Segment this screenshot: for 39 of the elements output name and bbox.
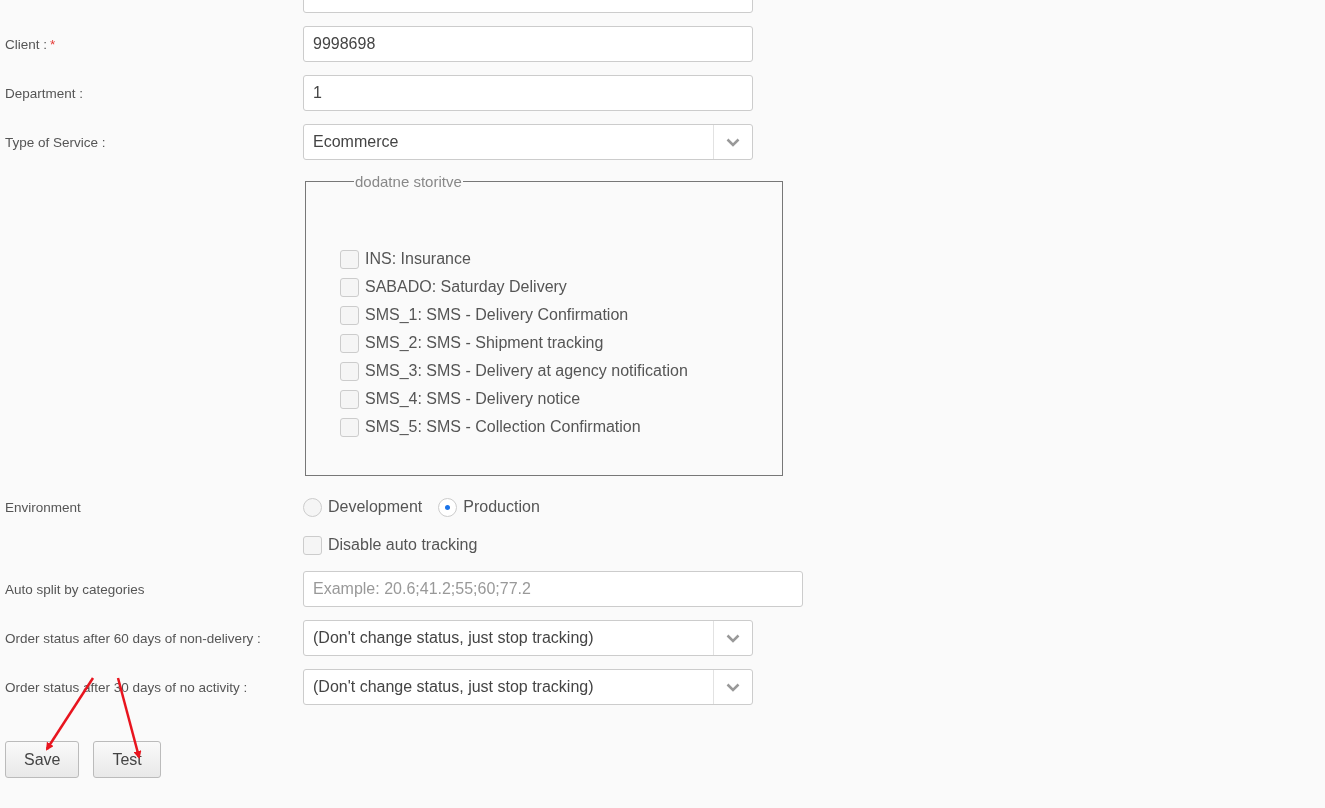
radio-button[interactable] (303, 497, 322, 517)
input-field[interactable]: 9998698 (303, 26, 753, 62)
checkbox-label: SMS_2: SMS - Shipment tracking (365, 334, 604, 352)
dropdown[interactable]: Ecommerce (303, 124, 753, 160)
field-label: Environment (4, 499, 81, 515)
field-label: Type of Service : (4, 134, 106, 150)
checkbox-label: SMS_5: SMS - Collection Confirmation (365, 418, 641, 436)
checkbox-label: INS: Insurance (365, 250, 471, 268)
checkbox-label: SMS_3: SMS - Delivery at agency notification (365, 362, 688, 380)
group-legend: dodatne storitve (354, 173, 463, 190)
checkbox[interactable] (340, 277, 359, 297)
field-label: Auto split by categories (4, 581, 145, 597)
required-mark: * (50, 36, 56, 52)
checkbox[interactable] (340, 389, 359, 409)
form-button[interactable]: Test (93, 741, 161, 778)
field-label: Department : (4, 85, 84, 101)
dropdown[interactable]: (Don't change status, just stop tracking) (303, 620, 753, 656)
chevron-down-icon (726, 633, 740, 643)
checkbox[interactable] (340, 361, 359, 381)
chevron-down-icon (726, 682, 740, 692)
input-field[interactable]: Example: 20.6;41.2;55;60;77.2 (303, 571, 803, 607)
checkbox[interactable] (340, 249, 359, 269)
radio-button[interactable] (438, 497, 458, 517)
checkbox-label: SMS_4: SMS - Delivery notice (365, 390, 581, 408)
checkbox[interactable] (303, 535, 322, 555)
radio-label: Development (328, 498, 423, 516)
field-label: Order status after 60 days of non-delivery : (4, 630, 261, 646)
chevron-down-icon (726, 137, 740, 147)
checkbox[interactable] (340, 305, 359, 325)
input-field[interactable]: 1 (303, 75, 753, 111)
checkbox-label: SMS_1: SMS - Delivery Confirmation (365, 306, 629, 324)
form-button[interactable]: Save (5, 741, 80, 778)
radio-label: Production (463, 498, 540, 516)
checkbox[interactable] (340, 333, 359, 353)
checkbox[interactable] (340, 417, 359, 437)
dropdown[interactable]: (Don't change status, just stop tracking) (303, 669, 753, 705)
checkbox-label: SABADO: Saturday Delivery (365, 278, 567, 296)
field-label: Client : (4, 36, 48, 52)
checkbox-label: Disable auto tracking (328, 536, 478, 554)
